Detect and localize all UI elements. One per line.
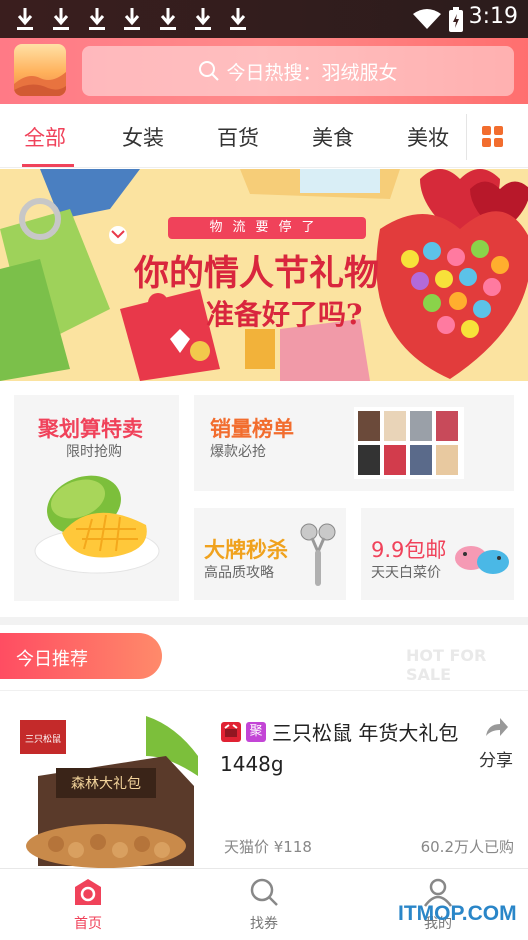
promo-subtitle: 爆款必抢 — [210, 444, 266, 460]
download-icon — [195, 8, 211, 30]
top-header: 今日热搜：羽绒服女 — [0, 38, 528, 104]
product-sold-count: 60.2万人已购 — [420, 838, 514, 856]
status-bar: 3:19 — [0, 0, 528, 38]
tab-all[interactable]: 全部 — [24, 122, 66, 152]
promo-brand-flash-sale[interactable]: 大牌秒杀 高品质攻略 — [194, 508, 346, 600]
nut-gift-box-image: 三只松鼠 森林大礼包 — [16, 716, 198, 868]
product-title[interactable]: 三只松鼠 年货大礼包1448g — [220, 718, 470, 780]
wifi-icon — [413, 9, 441, 29]
download-icon — [89, 8, 105, 30]
roller-image — [300, 523, 336, 586]
promo-title: 大牌秒杀 — [204, 538, 288, 562]
banner-title-line2: 准备好了吗? — [206, 298, 363, 331]
promo-sales-ranking[interactable]: 销量榜单 爆款必抢 — [194, 395, 514, 491]
promo-juhuasuan[interactable]: 聚划算特卖 限时抢购 — [14, 395, 179, 601]
promo-subtitle: 天天白菜价 — [371, 565, 441, 581]
tab-food[interactable]: 美食 — [312, 122, 354, 152]
clock: 3:19 — [468, 4, 518, 29]
product-image[interactable]: 三只松鼠 森林大礼包 — [16, 716, 198, 868]
tab-women-clothing[interactable]: 女装 — [122, 122, 164, 152]
search-icon — [199, 61, 220, 81]
promo-free-shipping[interactable]: 9.9包邮 天天白菜价 — [361, 508, 514, 600]
search-bar[interactable]: 今日热搜：羽绒服女 — [82, 46, 514, 96]
search-placeholder: 今日热搜：羽绒服女 — [226, 61, 398, 84]
promo-title: 聚划算特卖 — [38, 417, 143, 441]
share-button[interactable]: 分享 — [476, 716, 516, 771]
app-logo[interactable] — [14, 44, 66, 96]
promo-title: 9.9包邮 — [371, 538, 447, 562]
product-price: 天猫价 ¥118 — [224, 838, 312, 856]
share-label: 分享 — [479, 751, 513, 771]
socks-image — [354, 407, 464, 479]
promo-subtitle: 限时抢购 — [66, 444, 122, 460]
category-tabs: 全部 女装 百货 美食 美妆 — [0, 104, 528, 168]
staplers-image — [455, 546, 509, 574]
brand-logo-text: 三只松鼠 — [25, 733, 61, 745]
hot-for-sale-label: HOT FOR SALE — [406, 646, 487, 684]
promo-subtitle: 高品质攻略 — [204, 565, 274, 581]
tab-active-indicator — [22, 164, 74, 167]
promo-banner[interactable]: 物流要停了 你的情人节礼物 准备好了吗? — [0, 169, 528, 381]
banner-title: 你的情人节礼物 — [134, 253, 380, 294]
category-grid-icon[interactable] — [482, 126, 504, 148]
section-separator — [0, 617, 528, 625]
download-icon — [53, 8, 69, 30]
promo-title: 销量榜单 — [210, 417, 294, 441]
tab-general-goods[interactable]: 百货 — [217, 122, 259, 152]
divider — [0, 690, 528, 691]
download-icon — [17, 8, 33, 30]
tab-beauty[interactable]: 美妆 — [407, 122, 449, 152]
download-icon — [124, 8, 140, 30]
share-icon — [486, 718, 508, 736]
nav-coupons[interactable]: 找券 — [224, 877, 304, 933]
banner-subtitle: 物流要停了 — [168, 217, 366, 239]
nav-coupons-label: 找券 — [250, 916, 278, 932]
recommend-header: 今日推荐 — [0, 633, 162, 679]
search-icon — [250, 878, 278, 906]
download-icon — [160, 8, 176, 30]
nav-home[interactable]: 首页 — [48, 877, 128, 933]
app-screen: 3:19 今日热搜：羽绒服女 全部 女装 百货 美食 美妆 物流要停了 你的情人… — [0, 0, 528, 940]
download-icon — [230, 8, 246, 30]
tab-divider — [466, 114, 467, 160]
nav-home-label: 首页 — [74, 916, 102, 932]
svg-text:森林大礼包: 森林大礼包 — [71, 776, 141, 792]
watermark: ITMOP.COM — [398, 902, 517, 925]
battery-icon — [449, 7, 463, 32]
recommend-title: 今日推荐 — [16, 649, 88, 670]
mango-image — [34, 475, 160, 574]
home-icon — [75, 879, 101, 905]
